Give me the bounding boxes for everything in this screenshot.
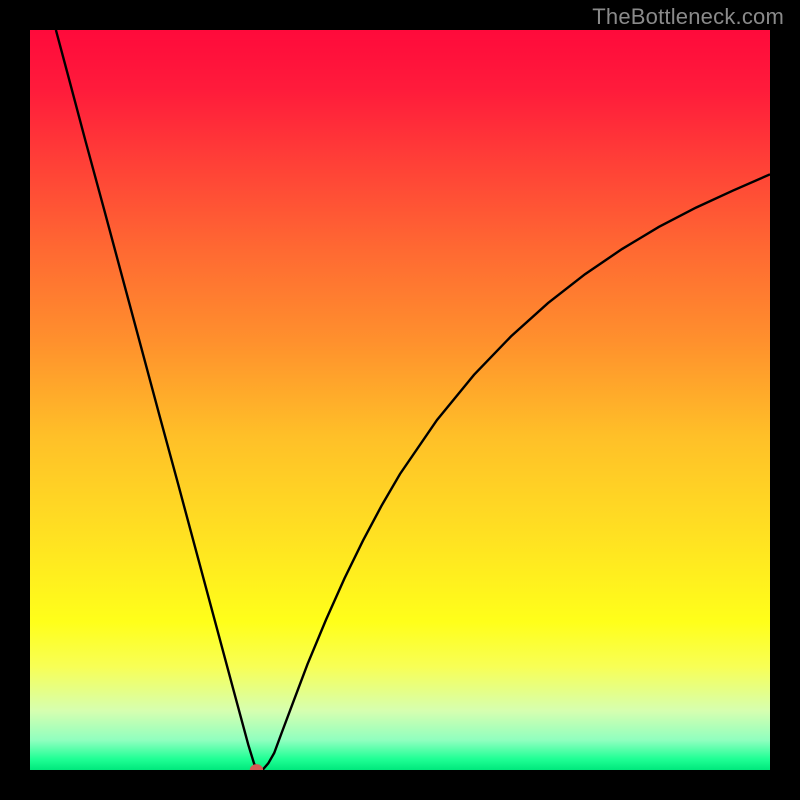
plot-area bbox=[30, 30, 770, 770]
chart-frame: TheBottleneck.com bbox=[0, 0, 800, 800]
watermark-text: TheBottleneck.com bbox=[592, 4, 784, 30]
chart-svg bbox=[30, 30, 770, 770]
chart-background bbox=[30, 30, 770, 770]
